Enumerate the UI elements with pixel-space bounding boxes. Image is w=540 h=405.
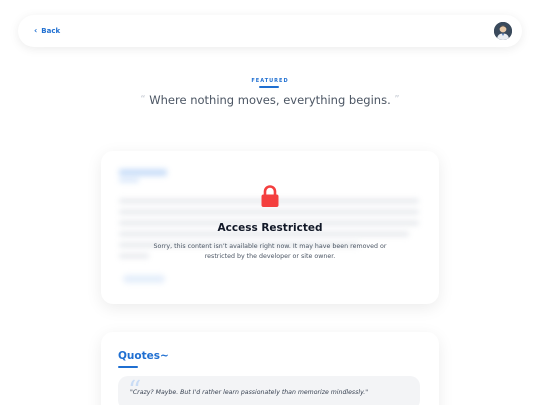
featured-underline xyxy=(259,86,279,88)
quote-item: “ "Crazy? Maybe. But I'd rather learn pa… xyxy=(118,376,420,405)
featured-quote-text: Where nothing moves, everything begins. xyxy=(149,93,391,107)
back-label: Back xyxy=(41,27,61,35)
quotes-title: Quotes~ xyxy=(118,350,169,362)
top-bar: ‹ Back xyxy=(18,15,522,47)
quote-text: "Crazy? Maybe. But I'd rather learn pass… xyxy=(130,389,369,396)
quotes-card: Quotes~ “ "Crazy? Maybe. But I'd rather … xyxy=(101,332,439,405)
lock-icon xyxy=(261,185,279,207)
open-quote-mark: “ xyxy=(140,94,146,105)
featured-quote: “ Where nothing moves, everything begins… xyxy=(0,93,540,107)
avatar[interactable] xyxy=(494,22,512,40)
chevron-left-icon: ‹ xyxy=(34,26,38,35)
featured-label: FEATURED xyxy=(251,78,289,84)
restricted-title: Access Restricted xyxy=(217,222,323,234)
restricted-overlay: Access Restricted Sorry, this content is… xyxy=(101,151,439,304)
close-quote-mark: ” xyxy=(394,94,400,105)
quotes-underline xyxy=(118,366,138,368)
back-button[interactable]: ‹ Back xyxy=(34,26,61,36)
user-avatar-icon xyxy=(494,22,512,40)
restricted-message: Sorry, this content isn’t available righ… xyxy=(153,243,387,260)
restricted-card: Access Restricted Sorry, this content is… xyxy=(101,151,439,304)
